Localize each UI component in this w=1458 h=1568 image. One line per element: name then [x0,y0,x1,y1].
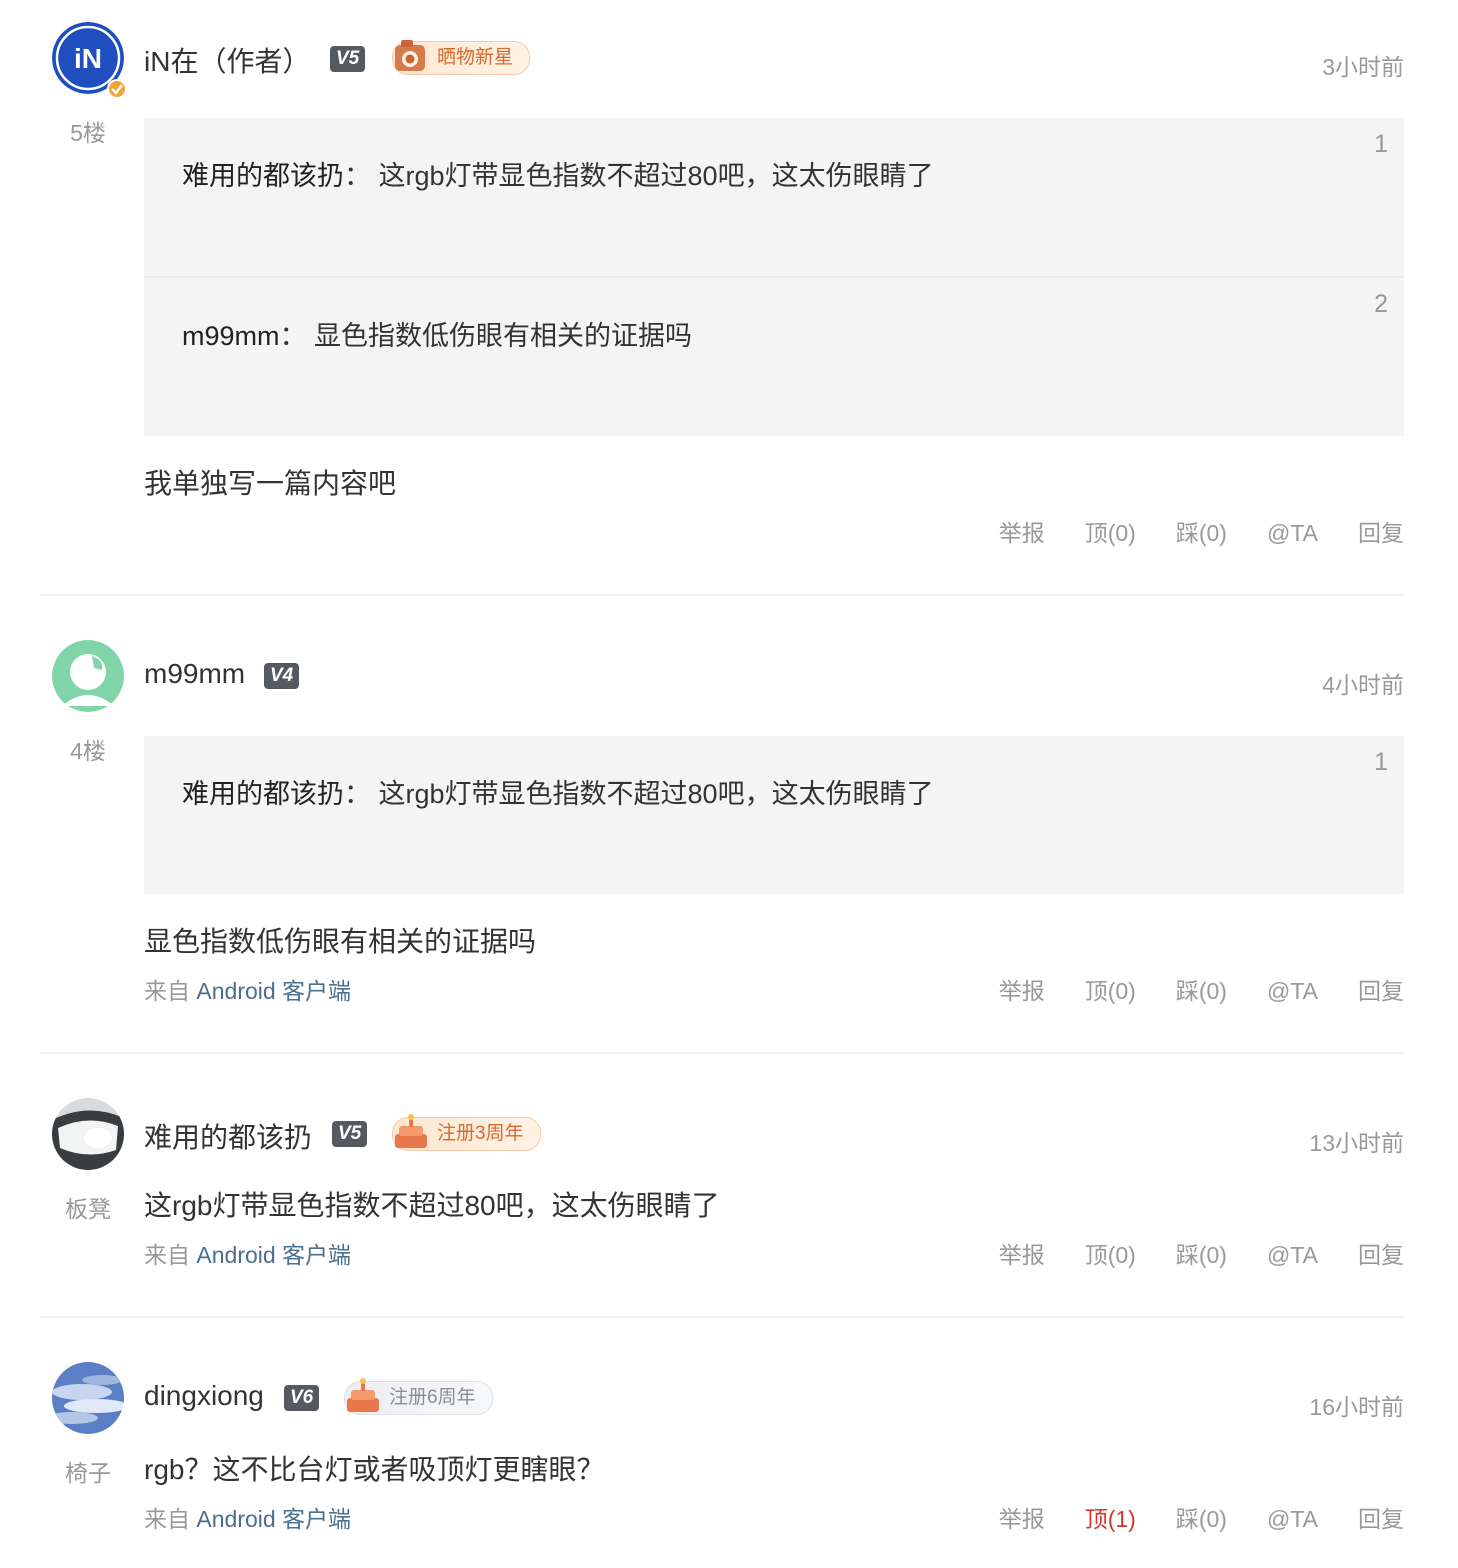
username[interactable]: 难用的都该扔 [144,1116,312,1156]
reply-button[interactable]: 回复 [1358,972,1404,1006]
upvote-button[interactable]: 顶(0) [1085,1236,1136,1270]
quote-text-line: 难用的都该扔： 这rgb灯带显色指数不超过80吧，这太伤眼睛了 [182,154,934,193]
post-time: 3小时前 [1322,54,1404,80]
comment-item: iN 5楼 iN在（作者） V5 晒物新星 3小时前 1 难用的都该扔： 这rg… [40,22,1404,572]
reply-button[interactable]: 回复 [1358,1236,1404,1270]
post-source: 来自 Android 客户端 [144,1236,351,1270]
mention-button[interactable]: @TA [1267,1506,1318,1533]
medal-label: 晒物新星 [437,47,514,68]
mention-button[interactable]: @TA [1267,520,1318,547]
cake-medal-icon [395,1114,427,1148]
quote-number: 2 [1374,290,1388,318]
camera-medal-icon [395,40,425,71]
level-badge: V5 [330,46,366,72]
divider [40,1316,1404,1318]
quote-text-line: m99mm： 显色指数低伤眼有相关的证据吗 [182,314,692,353]
medal-label: 注册6周年 [389,1387,476,1408]
svg-text:iN: iN [74,43,102,74]
medal-badge: 注册6周年 [344,1378,493,1415]
quote-item: 1 难用的都该扔： 这rgb灯带显色指数不超过80吧，这太伤眼睛了 [144,736,1404,894]
quote-block: 1 难用的都该扔： 这rgb灯带显色指数不超过80吧，这太伤眼睛了 2 m99m… [144,118,1404,436]
downvote-button[interactable]: 踩(0) [1176,514,1227,548]
comment-text: 我单独写一篇内容吧 [144,468,397,499]
source-client-link[interactable]: Android 客户端 [196,1506,351,1532]
upvote-button[interactable]: 顶(1) [1085,1500,1136,1534]
mention-button[interactable]: @TA [1267,1242,1318,1269]
level-badge: V5 [332,1121,368,1147]
verified-icon [107,79,127,99]
source-client-link[interactable]: Android 客户端 [196,1242,351,1268]
comment-item: 4楼 m99mm V4 4小时前 1 难用的都该扔： 这rgb灯带显色指数不超过… [40,640,1404,1020]
post-time: 16小时前 [1309,1394,1404,1420]
quote-number: 1 [1374,130,1388,158]
downvote-button[interactable]: 踩(0) [1176,1500,1227,1534]
report-button[interactable]: 举报 [999,1236,1045,1270]
downvote-button[interactable]: 踩(0) [1176,972,1227,1006]
comment-actions: 举报 顶(0) 踩(0) @TA 回复 [959,1236,1404,1270]
comment-text: 显色指数低伤眼有相关的证据吗 [144,926,537,957]
floor-label: 4楼 [70,738,106,764]
sky-avatar-icon[interactable] [52,1362,124,1434]
divider [40,1052,1404,1054]
level-badge: V4 [264,663,300,689]
username[interactable]: dingxiong [144,1380,264,1412]
quote-text: 显色指数低伤眼有相关的证据吗 [314,321,693,351]
quote-separator: ： [279,321,307,351]
comment-actions: 举报 顶(0) 踩(0) @TA 回复 [959,514,1404,548]
post-time: 13小时前 [1309,1130,1404,1156]
comment-item: 椅子 dingxiong V6 注册6周年 16小时前 rgb？这不比台灯或者吸… [40,1362,1404,1552]
report-button[interactable]: 举报 [999,972,1045,1006]
upvote-button[interactable]: 顶(0) [1085,514,1136,548]
quote-user[interactable]: m99mm [182,321,280,351]
upvote-button[interactable]: 顶(0) [1085,972,1136,1006]
floor-label: 椅子 [65,1460,111,1486]
report-button[interactable]: 举报 [999,514,1045,548]
cake-medal-icon [347,1378,379,1412]
photo-avatar-icon[interactable] [52,1098,124,1170]
quote-block: 1 难用的都该扔： 这rgb灯带显色指数不超过80吧，这太伤眼睛了 [144,736,1404,894]
quote-user[interactable]: 难用的都该扔 [182,161,344,191]
post-time: 4小时前 [1322,672,1404,698]
comment-item: 板凳 难用的都该扔 V5 注册3周年 13小时前 这rgb灯带显色指数不超过80… [40,1098,1404,1278]
medal-badge: 注册3周年 [392,1114,541,1151]
reply-button[interactable]: 回复 [1358,514,1404,548]
username[interactable]: iN在（作者） [144,40,310,80]
quote-text: 这rgb灯带显色指数不超过80吧，这太伤眼睛了 [378,161,934,191]
quote-separator: ： [344,161,371,191]
comment-text: 这rgb灯带显色指数不超过80吧，这太伤眼睛了 [144,1190,720,1221]
report-button[interactable]: 举报 [999,1500,1045,1534]
post-source: 来自 Android 客户端 [144,1500,351,1534]
source-prefix: 来自 [144,978,190,1004]
source-prefix: 来自 [144,1242,190,1268]
comment-actions: 举报 顶(1) 踩(0) @TA 回复 [959,1500,1404,1534]
quote-item: 2 m99mm： 显色指数低伤眼有相关的证据吗 [144,278,1404,436]
default-avatar-icon[interactable] [52,640,124,712]
source-prefix: 来自 [144,1506,190,1532]
quote-separator: ： [344,779,371,809]
mention-button[interactable]: @TA [1267,978,1318,1005]
level-badge: V6 [284,1385,320,1411]
comment-text: rgb？这不比台灯或者吸顶灯更瞎眼？ [144,1454,605,1485]
divider [40,594,1404,596]
quote-user[interactable]: 难用的都该扔 [182,779,344,809]
quote-text: 这rgb灯带显色指数不超过80吧，这太伤眼睛了 [378,779,934,809]
medal-badge: 晒物新星 [392,40,531,75]
username[interactable]: m99mm [144,658,245,690]
quote-item: 1 难用的都该扔： 这rgb灯带显色指数不超过80吧，这太伤眼睛了 [144,118,1404,278]
floor-label: 5楼 [70,120,106,146]
post-source: 来自 Android 客户端 [144,972,351,1006]
medal-label: 注册3周年 [437,1123,524,1144]
comment-actions: 举报 顶(0) 踩(0) @TA 回复 [959,972,1404,1006]
source-client-link[interactable]: Android 客户端 [196,978,351,1004]
quote-number: 1 [1374,748,1388,776]
reply-button[interactable]: 回复 [1358,1500,1404,1534]
downvote-button[interactable]: 踩(0) [1176,1236,1227,1270]
floor-label: 板凳 [65,1196,111,1222]
quote-text-line: 难用的都该扔： 这rgb灯带显色指数不超过80吧，这太伤眼睛了 [182,772,934,811]
